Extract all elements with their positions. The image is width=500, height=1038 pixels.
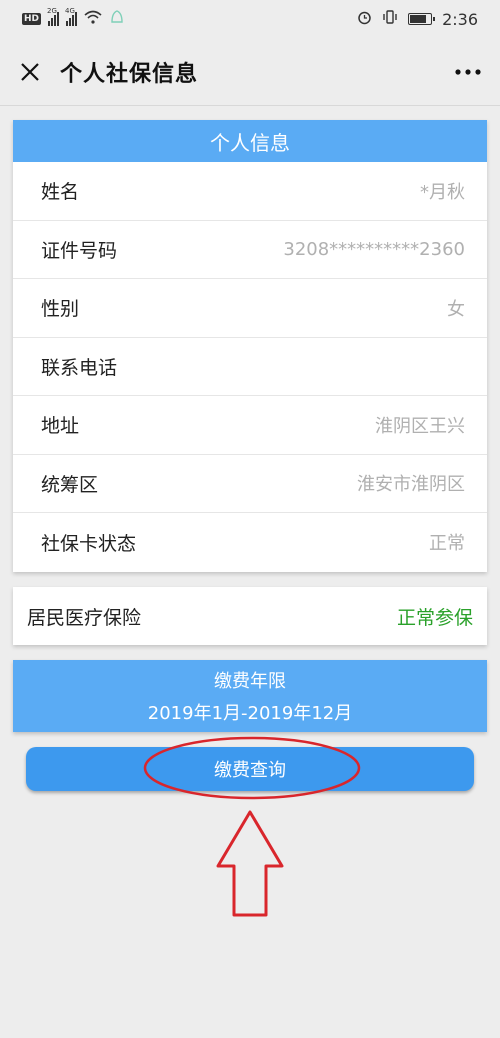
page-title: 个人社保信息	[60, 61, 199, 87]
info-value: 淮阴区王兴	[375, 415, 465, 437]
info-label: 姓名	[41, 181, 80, 204]
vibrate-icon	[382, 10, 398, 28]
signal-label: 4G	[65, 7, 75, 15]
payment-query-label: 缴费查询	[214, 760, 286, 781]
nav-bar: 个人社保信息	[0, 38, 500, 106]
close-icon	[21, 62, 39, 81]
info-label: 社保卡状态	[41, 532, 137, 555]
payment-period-range: 2019年1月-2019年12月	[147, 703, 353, 724]
info-value: 淮安市淮阴区	[357, 474, 465, 496]
info-row-name: 姓名 *月秋	[13, 162, 487, 221]
info-value: *月秋	[420, 181, 465, 203]
payment-period-title: 缴费年限	[214, 671, 286, 692]
signal-label: 2G	[47, 7, 57, 15]
hd-badge: HD	[22, 13, 42, 25]
more-button[interactable]	[436, 38, 500, 106]
info-row-address: 地址 淮阴区王兴	[13, 396, 487, 455]
info-label: 证件号码	[41, 239, 118, 262]
payment-period-panel: 缴费年限 2019年1月-2019年12月	[13, 660, 487, 732]
info-row-card-status: 社保卡状态 正常	[13, 513, 487, 572]
battery-icon	[408, 13, 436, 25]
status-bar: HD 2G 4G 2:36	[0, 0, 500, 38]
insurance-name: 居民医疗保险	[27, 606, 142, 629]
insurance-status: 正常参保	[396, 606, 473, 629]
info-row-gender: 性别 女	[13, 279, 487, 338]
wifi-icon	[84, 10, 102, 28]
info-label: 地址	[41, 415, 80, 438]
arrow-up-icon	[216, 810, 284, 917]
info-value: 正常	[429, 533, 465, 555]
more-icon	[455, 68, 481, 75]
close-button[interactable]	[0, 38, 60, 106]
info-row-phone: 联系电话	[13, 338, 487, 396]
signal-icon: 2G	[47, 7, 60, 26]
payment-query-button[interactable]: 缴费查询	[26, 747, 474, 791]
info-value: 3208**********2360	[283, 238, 465, 260]
info-label: 性别	[41, 298, 80, 321]
app-notification-icon	[109, 9, 125, 29]
personal-info-header: 个人信息	[13, 120, 487, 162]
info-value: 女	[447, 298, 465, 320]
personal-info-card: 个人信息 姓名 *月秋 证件号码 3208**********2360 性别 女…	[13, 120, 487, 572]
info-label: 统筹区	[41, 473, 99, 496]
signal-icon: 4G	[65, 7, 78, 26]
alarm-icon	[357, 10, 372, 29]
info-label: 联系电话	[41, 356, 118, 379]
info-row-region: 统筹区 淮安市淮阴区	[13, 455, 487, 513]
info-row-id-number: 证件号码 3208**********2360	[13, 221, 487, 279]
insurance-card[interactable]: 居民医疗保险 正常参保	[13, 587, 487, 645]
clock-time: 2:36	[442, 9, 478, 29]
